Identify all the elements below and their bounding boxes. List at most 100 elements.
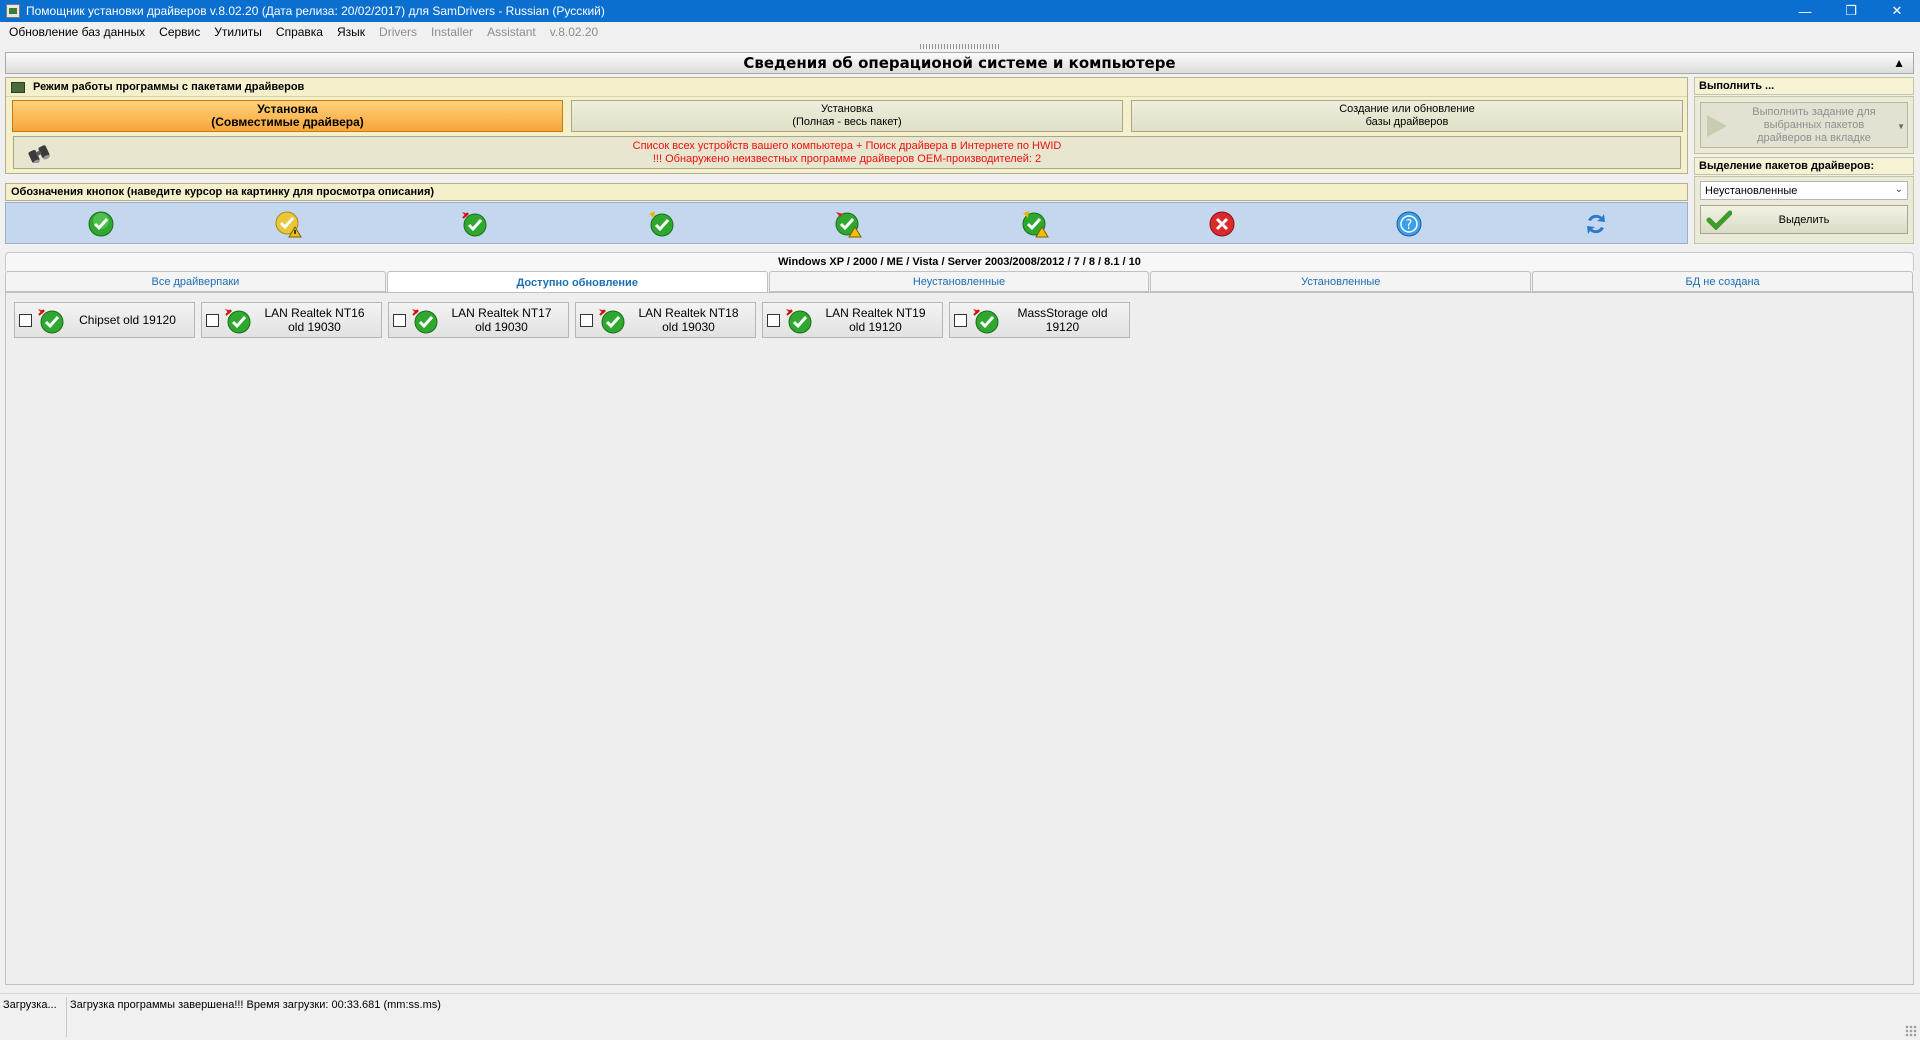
- tab-db-not-created[interactable]: БД не создана: [1532, 271, 1913, 292]
- mode-install-compatible-button[interactable]: Установка (Совместимые драйвера): [12, 100, 563, 132]
- legend-bar: ?: [5, 202, 1688, 244]
- new-check-icon: [412, 309, 438, 334]
- dropdown-arrow-icon[interactable]: ▼: [1897, 120, 1905, 133]
- menu-help[interactable]: Справка: [269, 25, 330, 39]
- new-check-icon: [786, 309, 812, 334]
- menu-assistant[interactable]: Assistant: [480, 25, 543, 39]
- hwid-search-button[interactable]: Список всех устройств вашего компьютера …: [13, 136, 1681, 169]
- binoculars-icon: [28, 145, 50, 163]
- select-packs-value: Неустановленные: [1705, 184, 1798, 197]
- arrow-right-icon: [1707, 115, 1727, 137]
- driver-item[interactable]: LAN Realtek NT18 old 19030: [575, 302, 756, 338]
- window-controls: — ❐ ✕: [1782, 0, 1920, 22]
- green-check-icon[interactable]: [87, 210, 115, 238]
- select-packs-dropdown[interactable]: Неустановленные ⌄: [1700, 181, 1908, 200]
- sysinfo-header[interactable]: Сведения об операционой системе и компью…: [5, 52, 1914, 74]
- new-warning-check-icon[interactable]: [834, 210, 862, 238]
- execute-task-button[interactable]: Выполнить задание для выбранных пакетов …: [1700, 102, 1908, 148]
- mode-button-line1: Установка: [821, 103, 873, 115]
- mode-panel: Режим работы программы с пакетами драйве…: [5, 77, 1688, 174]
- driver-checkbox[interactable]: [954, 314, 967, 327]
- driver-item[interactable]: LAN Realtek NT16 old 19030: [201, 302, 382, 338]
- mode-panel-header: Режим работы программы с пакетами драйве…: [6, 78, 1687, 97]
- sysinfo-title: Сведения об операционой системе и компью…: [743, 54, 1176, 72]
- blue-question-icon[interactable]: ?: [1395, 210, 1423, 238]
- red-error-icon[interactable]: [1208, 210, 1236, 238]
- title-bar: Помощник установки драйверов v.8.02.20 (…: [0, 0, 1920, 22]
- driver-checkbox[interactable]: [767, 314, 780, 327]
- green-tick-icon: [1706, 210, 1732, 230]
- tab-installed[interactable]: Установленные: [1150, 271, 1532, 292]
- mode-button-line2: (Совместимые драйвера): [211, 115, 364, 129]
- menu-bar: Обновление баз данных Сервис Утилиты Спр…: [0, 22, 1920, 42]
- driver-label: LAN Realtek NT18 old 19030: [638, 306, 739, 334]
- tab-all-driverpacks[interactable]: Все драйверпаки: [5, 271, 386, 292]
- restore-button[interactable]: ❐: [1828, 0, 1874, 22]
- driver-label: LAN Realtek NT19 old 19120: [825, 306, 926, 334]
- tab-not-installed[interactable]: Неустановленные: [768, 271, 1150, 292]
- mode-button-line2: (Полная - весь пакет): [792, 116, 902, 128]
- hwid-line-1: Список всех устройств вашего компьютера …: [632, 139, 1062, 152]
- select-button[interactable]: Выделить: [1700, 205, 1908, 234]
- select-box: Неустановленные ⌄ Выделить: [1694, 176, 1914, 244]
- close-button[interactable]: ✕: [1874, 0, 1920, 22]
- driver-item[interactable]: LAN Realtek NT19 old 19120: [762, 302, 943, 338]
- new-check-icon: [973, 309, 999, 334]
- select-header: Выделение пакетов драйверов:: [1694, 157, 1914, 175]
- execute-title: Выполнить ...: [1699, 80, 1775, 92]
- check-arrow-icon[interactable]: [647, 210, 675, 238]
- hwid-line-2: !!! Обнаружено неизвестных программе дра…: [652, 152, 1042, 165]
- os-title-bar: Windows XP / 2000 / ME / Vista / Server …: [5, 252, 1914, 271]
- driver-label: Chipset old 19120: [79, 313, 176, 327]
- driver-item[interactable]: Chipset old 19120: [14, 302, 195, 338]
- collapse-up-icon[interactable]: ▲: [1893, 56, 1905, 70]
- menu-language[interactable]: Язык: [330, 25, 372, 39]
- status-loading: Загрузка...: [3, 999, 57, 1011]
- menu-drivers[interactable]: Drivers: [372, 25, 424, 39]
- status-bar: Загрузка... Загрузка программы завершена…: [0, 993, 1920, 1040]
- minimize-button[interactable]: —: [1782, 0, 1828, 22]
- mode-create-db-button[interactable]: Создание или обновление базы драйверов: [1131, 100, 1683, 132]
- execute-box: Выполнить задание для выбранных пакетов …: [1694, 96, 1914, 154]
- new-check-icon: [225, 309, 251, 334]
- driver-checkbox[interactable]: [206, 314, 219, 327]
- driver-checkbox[interactable]: [580, 314, 593, 327]
- mode-panel-title: Режим работы программы с пакетами драйве…: [33, 81, 305, 93]
- chevron-down-icon: ⌄: [1894, 184, 1903, 195]
- driver-checkbox[interactable]: [19, 314, 32, 327]
- yellow-warning-check-icon[interactable]: [274, 210, 302, 238]
- driver-label: LAN Realtek NT17 old 19030: [451, 306, 552, 334]
- svg-text:?: ?: [1406, 218, 1413, 233]
- driver-label: MassStorage old 19120: [1017, 306, 1108, 334]
- new-check-icon: [599, 309, 625, 334]
- blue-refresh-icon[interactable]: [1582, 210, 1610, 238]
- os-title: Windows XP / 2000 / ME / Vista / Server …: [778, 256, 1141, 268]
- warning-check-icon[interactable]: [1021, 210, 1049, 238]
- menu-db-update[interactable]: Обновление баз данных: [2, 25, 152, 39]
- new-check-icon: [38, 309, 64, 334]
- menu-service[interactable]: Сервис: [152, 25, 207, 39]
- mode-button-line1: Создание или обновление: [1339, 103, 1475, 115]
- driver-item[interactable]: MassStorage old 19120: [949, 302, 1130, 338]
- select-title: Выделение пакетов драйверов:: [1699, 160, 1875, 172]
- status-separator: [66, 997, 67, 1037]
- status-message: Загрузка программы завершена!!! Время за…: [70, 999, 441, 1011]
- menu-version: v.8.02.20: [549, 25, 599, 39]
- tab-strip: Все драйверпаки Доступно обновление Неус…: [5, 271, 1914, 293]
- legend-title: Обозначения кнопок (наведите курсор на к…: [11, 186, 435, 198]
- app-icon: [6, 4, 20, 18]
- new-check-icon[interactable]: [460, 210, 488, 238]
- driver-checkbox[interactable]: [393, 314, 406, 327]
- mode-install-full-button[interactable]: Установка (Полная - весь пакет): [571, 100, 1123, 132]
- driver-item[interactable]: LAN Realtek NT17 old 19030: [388, 302, 569, 338]
- select-button-label: Выделить: [1778, 213, 1830, 226]
- menu-installer[interactable]: Installer: [424, 25, 480, 39]
- window-title: Помощник установки драйверов v.8.02.20 (…: [26, 4, 605, 18]
- tab-updates-available[interactable]: Доступно обновление: [386, 271, 768, 293]
- mode-button-line2: базы драйверов: [1365, 116, 1449, 128]
- legend-header: Обозначения кнопок (наведите курсор на к…: [5, 183, 1688, 201]
- execute-header: Выполнить ...: [1694, 77, 1914, 95]
- menu-utilities[interactable]: Утилиты: [207, 25, 269, 39]
- resize-grip[interactable]: [1905, 1025, 1917, 1037]
- splitter-grip[interactable]: [920, 44, 1000, 49]
